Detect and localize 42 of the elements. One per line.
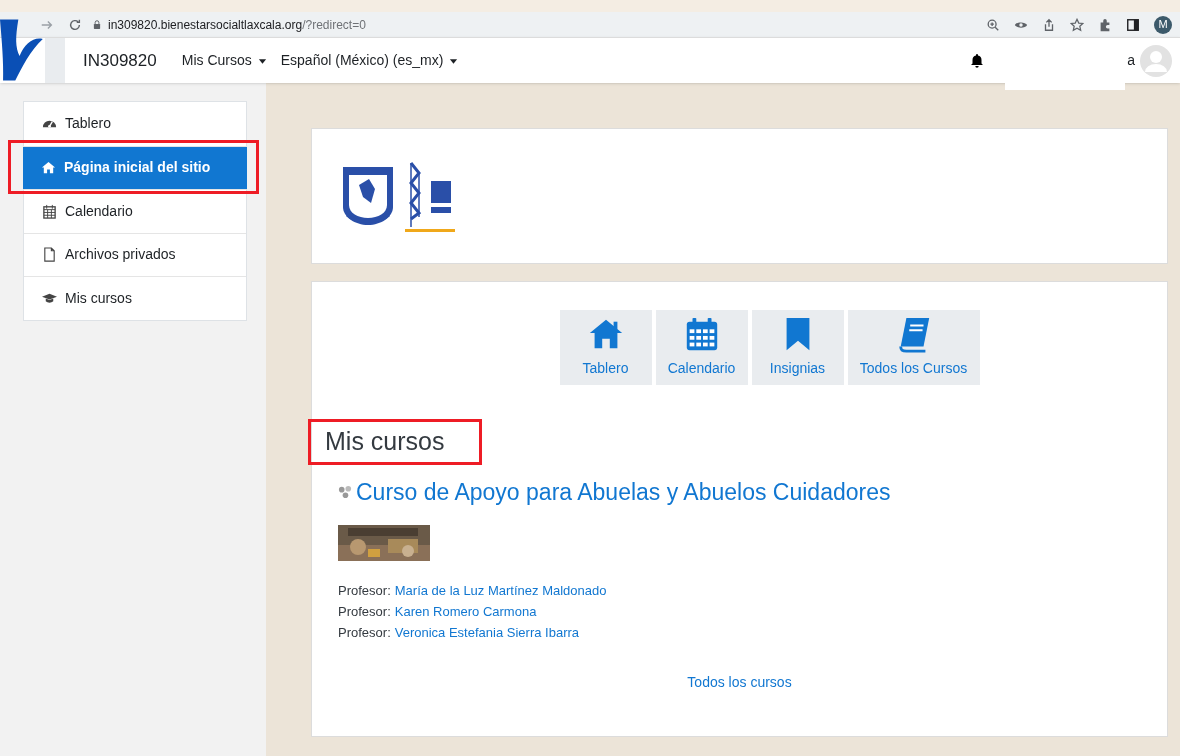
faculty-logo: [405, 160, 455, 232]
bell-icon: [969, 52, 986, 69]
sidebar-item[interactable]: Archivos privados: [24, 232, 246, 276]
site-name[interactable]: IN309820: [83, 47, 157, 74]
drawer-toggle[interactable]: [45, 38, 65, 83]
teacher-role: Profesor:: [338, 602, 391, 621]
section-title: Mis cursos: [325, 426, 445, 458]
teacher-role: Profesor:: [338, 581, 391, 600]
calendar-icon: [42, 203, 57, 219]
sidebar-item[interactable]: Calendario: [24, 189, 246, 233]
quick-link[interactable]: Todos los Cursos: [847, 310, 980, 385]
file-icon: [42, 247, 57, 263]
university-logo: [341, 165, 395, 227]
teacher-link[interactable]: María de la Luz Martínez Maldonado: [394, 580, 607, 600]
lock-icon: [92, 19, 102, 30]
zoom-icon: [986, 17, 1000, 32]
star-icon: [1070, 17, 1084, 32]
avatar-icon: [1140, 44, 1172, 77]
share-icon: [1042, 17, 1056, 32]
course-title-link[interactable]: Curso de Apoyo para Abuelas y Abuelos Cuidadores: [356, 475, 891, 510]
caret-icon: [257, 56, 267, 65]
sidebar-item[interactable]: Tablero: [24, 102, 246, 146]
address-url[interactable]: in309820.bienestarsocialtlaxcala.org/?redirect=0: [108, 15, 366, 34]
user-name[interactable]: a: [1127, 50, 1135, 71]
nav-menu[interactable]: Español (México) (es_mx): [280, 50, 459, 71]
sidepanel-icon: [1126, 17, 1140, 32]
caret-icon: [449, 56, 459, 65]
teacher-link[interactable]: Karen Romero Carmona: [394, 601, 537, 621]
course-icon: [338, 485, 352, 500]
sidebar-item[interactable]: Página inicial del sitio: [23, 145, 247, 189]
teacher-link[interactable]: Veronica Estefania Sierra Ibarra: [394, 622, 580, 642]
sidebar-item[interactable]: Mis cursos: [24, 276, 246, 320]
reload-icon: [68, 17, 82, 32]
home-icon: [41, 160, 56, 176]
quick-link[interactable]: Insignias: [751, 310, 844, 385]
quick-link[interactable]: Calendario: [655, 310, 748, 385]
all-courses-link[interactable]: Todos los cursos: [687, 671, 792, 693]
nav-menu[interactable]: Mis Cursos: [181, 50, 267, 71]
puzzle-icon: [1098, 17, 1112, 32]
profile-avatar[interactable]: M: [1154, 15, 1172, 34]
quick-link[interactable]: Tablero: [559, 310, 652, 385]
teacher-role: Profesor:: [338, 623, 391, 642]
